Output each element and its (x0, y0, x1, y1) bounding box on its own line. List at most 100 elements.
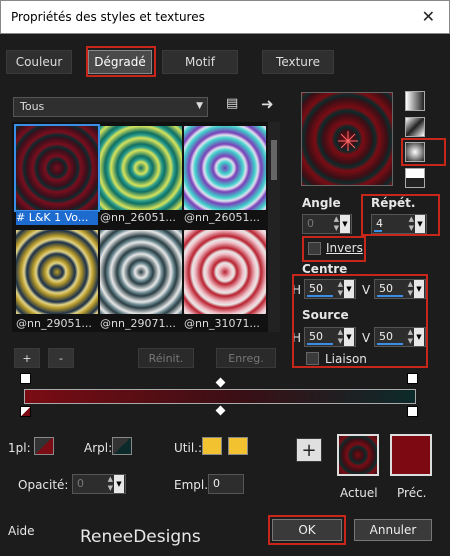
gradient-preview[interactable] (301, 92, 393, 186)
user-color-label: Util.: (174, 441, 203, 455)
chevron-down-icon[interactable]: ▼ (344, 328, 354, 346)
repeat-value: 4 (376, 217, 383, 230)
current-label: Actuel (340, 486, 378, 500)
chevron-down-icon[interactable]: ▼ (414, 280, 424, 298)
repeat-slider-fill (374, 230, 382, 232)
current-swatch[interactable] (337, 434, 379, 476)
spin-arrows-icon[interactable]: ▲ ▼ (408, 328, 413, 346)
gradient-thumb-3[interactable] (184, 126, 266, 210)
source-label: Source (302, 308, 349, 322)
chevron-down-icon[interactable]: ▼ (414, 328, 424, 346)
last-color-label: Arpl: (84, 441, 113, 455)
center-h-label: H (292, 283, 302, 297)
gradient-caption: # L&K 1 Vo... (16, 211, 98, 225)
thumbnail-scrollbar[interactable] (268, 122, 280, 332)
top-right-stop-marker[interactable] (407, 373, 418, 384)
location-input[interactable]: 0 (208, 474, 244, 494)
source-v-input[interactable]: 50 ▲ ▼ ▼ (374, 327, 426, 347)
tab-motif[interactable]: Motif (162, 50, 238, 74)
center-h-value: 50 (309, 282, 323, 295)
previous-swatch[interactable] (390, 434, 432, 476)
gradient-caption: @nn_26051... (184, 211, 260, 224)
linear-gradient-icon[interactable] (405, 91, 425, 111)
gradient-bar[interactable] (24, 389, 416, 404)
link-label: Liaison (325, 352, 367, 366)
save-button[interactable]: Enreg. (216, 348, 276, 368)
user-color-swatch[interactable] (228, 437, 248, 455)
scrollbar-thumb[interactable] (271, 140, 277, 180)
category-dropdown[interactable]: Tous ▼ (13, 97, 208, 117)
add-gradient-button[interactable]: + (14, 348, 40, 368)
remove-gradient-button[interactable]: - (48, 348, 74, 368)
rectangular-gradient-icon[interactable] (405, 117, 425, 137)
chevron-down-icon[interactable]: ▼ (344, 280, 354, 298)
cancel-button[interactable]: Annuler (354, 519, 432, 541)
bottom-left-stop-marker[interactable] (20, 406, 31, 417)
ok-button[interactable]: OK (272, 519, 342, 541)
center-h-slider-fill (307, 295, 333, 297)
gradient-caption: @nn_26051... (100, 211, 176, 224)
chevron-down-icon[interactable]: ▼ (114, 475, 124, 493)
gradient-thumb-5[interactable] (100, 230, 182, 314)
gradient-thumb-6[interactable] (184, 230, 266, 314)
tab-degrade[interactable]: Dégradé (88, 50, 152, 74)
last-color-swatch[interactable] (112, 437, 132, 455)
source-v-value: 50 (379, 330, 393, 343)
library-icon[interactable]: ▤ (226, 96, 238, 111)
spin-arrows-icon[interactable]: ▲ ▼ (108, 475, 113, 493)
first-color-label: 1pl: (8, 441, 31, 455)
arrow-right-icon[interactable]: ➜ (261, 95, 274, 113)
chevron-down-icon[interactable]: ▼ (415, 215, 425, 233)
center-crosshair-icon[interactable] (338, 131, 358, 151)
link-checkbox[interactable] (306, 352, 319, 365)
center-label: Centre (302, 262, 348, 276)
spin-arrows-icon[interactable]: ▲ ▼ (409, 215, 414, 233)
source-h-slider-fill (307, 343, 333, 345)
opacity-input[interactable]: 0 ▲ ▼ ▼ (72, 474, 126, 494)
location-label: Empl.: (174, 478, 213, 492)
category-value: Tous (20, 100, 45, 113)
spin-arrows-icon[interactable]: ▲ ▼ (408, 280, 413, 298)
center-v-input[interactable]: 50 ▲ ▼ ▼ (374, 279, 426, 299)
chevron-down-icon[interactable]: ▼ (340, 215, 350, 233)
midpoint-marker[interactable] (215, 405, 226, 416)
tab-texture[interactable]: Texture (262, 50, 334, 74)
close-icon[interactable]: ✕ (422, 7, 435, 26)
add-swatch-button[interactable]: + (296, 438, 322, 462)
window-title: Propriétés des styles et textures (11, 10, 205, 24)
source-h-input[interactable]: 50 ▲ ▼ ▼ (304, 327, 356, 347)
previous-label: Préc. (397, 486, 427, 500)
repeat-input[interactable]: 4 ▲ ▼ ▼ (371, 214, 427, 234)
angle-label: Angle (302, 196, 341, 210)
tab-couleur[interactable]: Couleur (6, 50, 72, 74)
angle-input[interactable]: 0 ▲ ▼ ▼ (302, 214, 352, 234)
user-color-swatch[interactable] (202, 437, 222, 455)
bottom-right-stop-marker[interactable] (407, 406, 418, 417)
center-v-label: V (362, 283, 371, 297)
first-color-swatch[interactable] (34, 437, 54, 455)
gradient-caption: @nn_29071... (100, 317, 176, 330)
opacity-label: Opacité: (18, 478, 69, 492)
brand-watermark: ReneeDesigns (80, 527, 201, 547)
invert-label: Invers (326, 241, 363, 255)
sunburst-gradient-icon[interactable] (405, 168, 425, 188)
spin-arrows-icon[interactable]: ▲ ▼ (338, 328, 343, 346)
location-value: 0 (213, 477, 220, 490)
gradient-thumb-2[interactable] (100, 126, 182, 210)
title-bar: Propriétés des styles et textures ✕ (0, 0, 450, 34)
spin-arrows-icon[interactable]: ▲ ▼ (338, 280, 343, 298)
center-v-value: 50 (379, 282, 393, 295)
radial-gradient-icon[interactable] (405, 142, 425, 162)
source-v-label: V (362, 331, 371, 345)
invert-checkbox[interactable] (308, 242, 321, 255)
source-h-label: H (292, 331, 302, 345)
gradient-thumb-1[interactable] (14, 124, 100, 212)
chevron-down-icon: ▼ (196, 101, 203, 111)
center-h-input[interactable]: 50 ▲ ▼ ▼ (304, 279, 356, 299)
spin-arrows-icon[interactable]: ▲ ▼ (334, 215, 339, 233)
reset-button[interactable]: Réinit. (138, 348, 194, 368)
top-left-stop-marker[interactable] (20, 373, 31, 384)
help-link[interactable]: Aide (8, 524, 35, 538)
midpoint-marker[interactable] (215, 377, 226, 388)
gradient-thumb-4[interactable] (16, 230, 98, 314)
